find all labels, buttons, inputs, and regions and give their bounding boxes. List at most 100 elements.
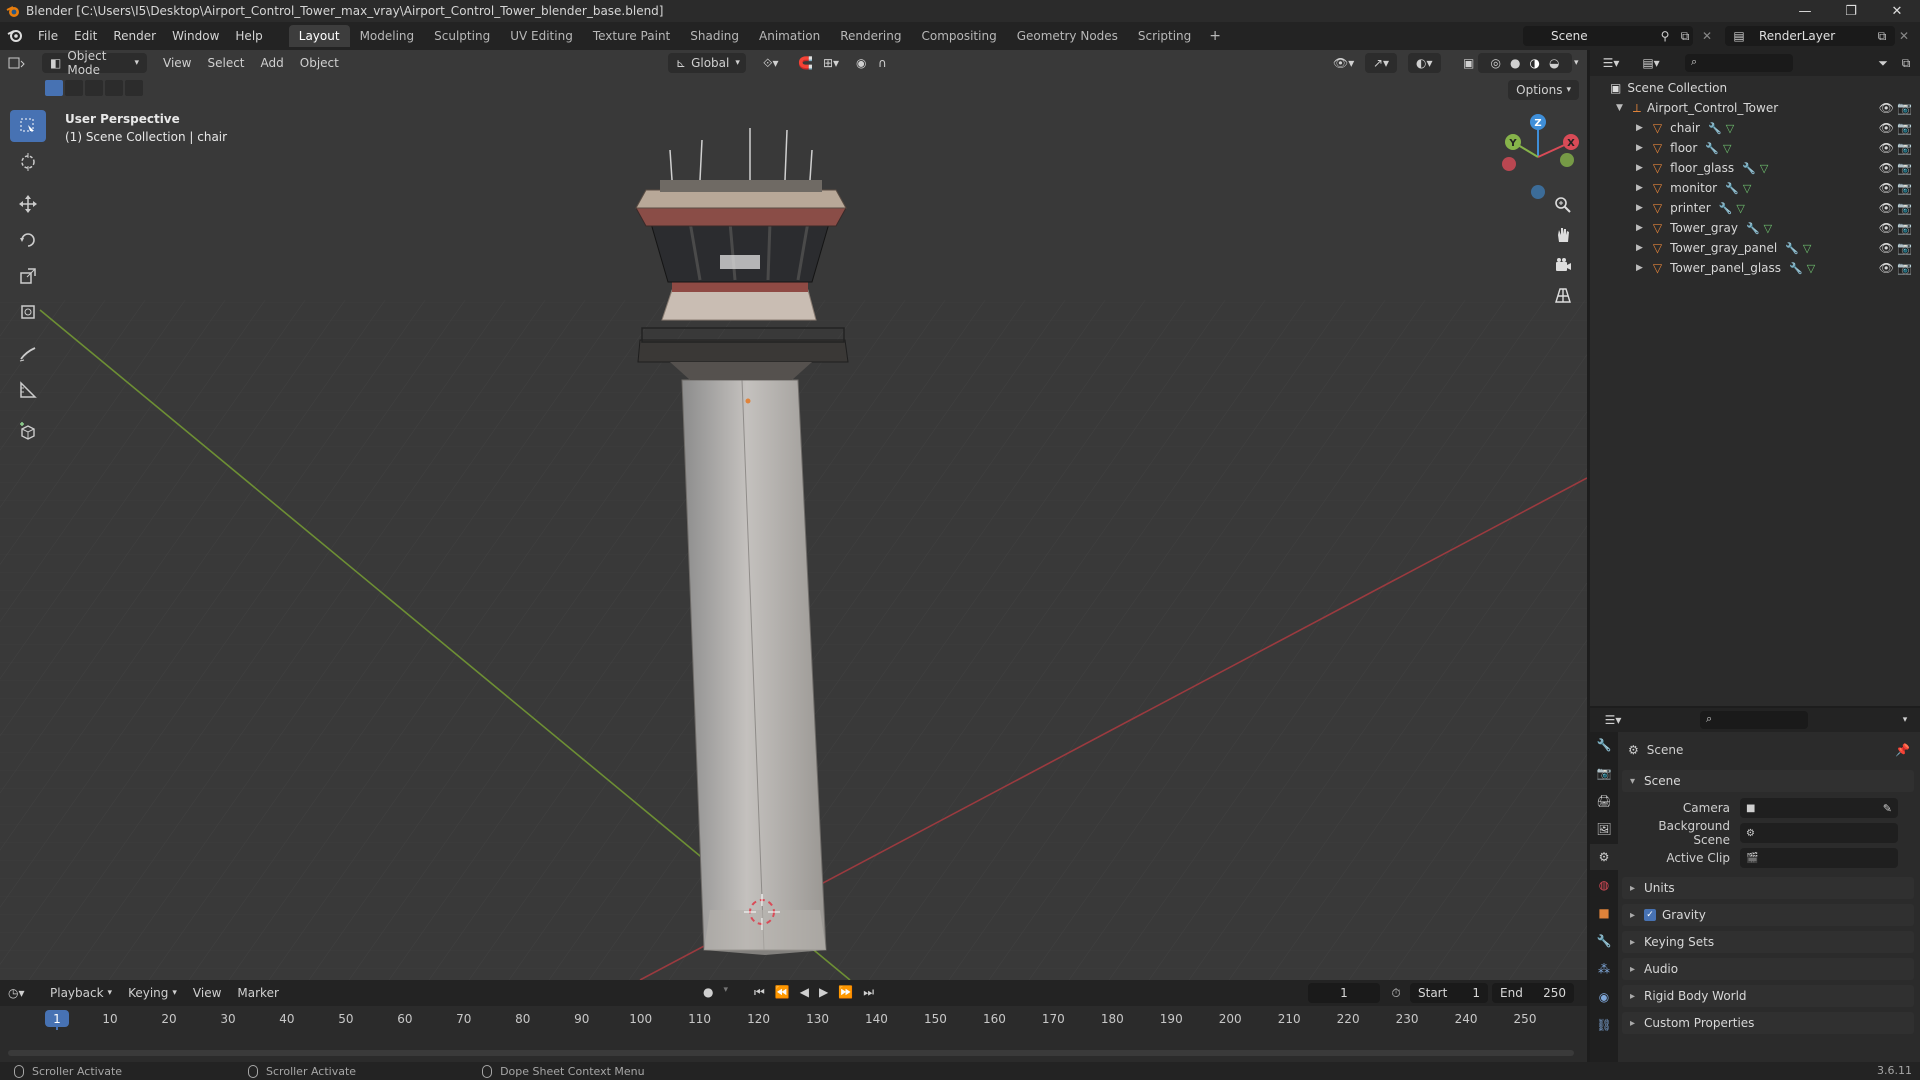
falloff-icon[interactable]: ∩	[870, 53, 895, 73]
outliner-object-row[interactable]: ▶ ▽ Tower_gray_panel 🔧 ▽ 👁 📷	[1590, 238, 1920, 258]
properties-search-input[interactable]: ⌕	[1700, 711, 1808, 729]
pan-hand-icon[interactable]	[1548, 220, 1578, 250]
play-icon[interactable]: ▶	[819, 985, 828, 1000]
eye-icon[interactable]: 👁	[1879, 261, 1894, 275]
mesh-data-icon[interactable]: ▽	[1803, 242, 1811, 255]
render-camera-icon[interactable]: 📷	[1897, 101, 1912, 115]
move-tool-icon[interactable]	[10, 188, 46, 220]
add-workspace-button[interactable]: +	[1201, 28, 1229, 44]
expand-arrow-icon[interactable]: ▶	[1636, 223, 1643, 233]
view-layer-selector[interactable]: RenderLayer	[1725, 26, 1895, 46]
rotate-tool-icon[interactable]	[10, 224, 46, 256]
annotate-tool-icon[interactable]	[10, 338, 46, 370]
3d-viewport[interactable]: ◧ Object Mode ▾ View Select Add Object ⊾…	[0, 50, 1587, 980]
background-scene-field[interactable]: ⚙	[1740, 823, 1898, 843]
modifier-icon[interactable]: 🔧	[1708, 122, 1722, 135]
pin-icon[interactable]: 📌	[1895, 743, 1910, 757]
eye-icon[interactable]: 👁	[1879, 101, 1894, 115]
mesh-data-icon[interactable]: ▽	[1736, 202, 1744, 215]
outliner-object-row[interactable]: ▶ ▽ floor 🔧 ▽ 👁 📷	[1590, 138, 1920, 158]
overlays-toggle-icon[interactable]: ◐▾	[1408, 53, 1441, 73]
outliner-object-row[interactable]: ▶ ▽ Tower_gray 🔧 ▽ 👁 📷	[1590, 218, 1920, 238]
maximize-button[interactable]: ❐	[1828, 0, 1874, 22]
timeline-menu-view[interactable]: View	[185, 983, 229, 1003]
outliner-object-row[interactable]: ▶ ▽ monitor 🔧 ▽ 👁 📷	[1590, 178, 1920, 198]
select-box-tool-icon[interactable]	[10, 110, 46, 142]
timeline-menu-playback[interactable]: Playback ▾	[42, 983, 120, 1003]
tab-layout[interactable]: Layout	[288, 25, 350, 47]
eye-icon[interactable]: 👁	[1879, 181, 1894, 195]
delete-view-layer-icon[interactable]: ✕	[1894, 26, 1914, 46]
pin-scene-icon[interactable]: ⚲	[1655, 26, 1675, 46]
start-frame-field[interactable]: Start 1	[1410, 983, 1488, 1003]
menu-help[interactable]: Help	[227, 29, 270, 43]
outliner-object-row[interactable]: ▶ ▽ chair 🔧 ▽ 👁 📷	[1590, 118, 1920, 138]
tab-texture-paint[interactable]: Texture Paint	[583, 25, 680, 47]
render-camera-icon[interactable]: 📷	[1897, 201, 1912, 215]
expand-arrow-icon[interactable]: ▶	[1636, 203, 1643, 213]
eye-icon[interactable]: 👁	[1879, 141, 1894, 155]
modifier-icon[interactable]: 🔧	[1746, 222, 1760, 235]
snap-target-icon[interactable]: ⊞▾	[815, 53, 847, 73]
cursor-tool-icon[interactable]	[10, 146, 46, 178]
physics-tab-icon[interactable]: ◉	[1590, 984, 1618, 1010]
rendered-shading-icon[interactable]: ◒	[1549, 56, 1559, 70]
select-invert-icon[interactable]	[105, 80, 123, 96]
timeline-editor-type-icon[interactable]: ◷▾	[0, 983, 42, 1003]
modifier-icon[interactable]: 🔧	[1705, 142, 1719, 155]
expand-arrow-icon[interactable]: ▼	[1616, 103, 1623, 113]
display-mode-icon[interactable]: ▤▾	[1636, 53, 1666, 73]
tab-shading[interactable]: Shading	[680, 25, 749, 47]
outliner-collection-row[interactable]: ▼ ⟂ Airport_Control_Tower 👁 📷	[1590, 98, 1920, 118]
output-tab-icon[interactable]: 🖨	[1590, 788, 1618, 814]
tab-modeling[interactable]: Modeling	[350, 25, 425, 47]
render-tab-icon[interactable]: 📷	[1590, 760, 1618, 786]
render-camera-icon[interactable]: 📷	[1897, 261, 1912, 275]
minimize-button[interactable]: —	[1782, 0, 1828, 22]
pivot-point-icon[interactable]: ⟐▾	[755, 53, 786, 73]
outliner-scene-collection[interactable]: ▣ Scene Collection	[1590, 78, 1920, 98]
camera-field[interactable]: ■ ✎	[1740, 798, 1898, 818]
transform-tool-icon[interactable]	[10, 296, 46, 328]
mesh-data-icon[interactable]: ▽	[1726, 122, 1734, 135]
menu-render[interactable]: Render	[105, 29, 164, 43]
select-extend-icon[interactable]	[65, 80, 83, 96]
tab-compositing[interactable]: Compositing	[911, 25, 1006, 47]
tab-sculpting[interactable]: Sculpting	[424, 25, 500, 47]
object-mode-dropdown[interactable]: ◧ Object Mode ▾	[42, 50, 147, 77]
expand-arrow-icon[interactable]: ▶	[1636, 123, 1643, 133]
solid-shading-icon[interactable]: ●	[1510, 56, 1520, 70]
select-intersect-icon[interactable]	[125, 80, 143, 96]
timeline-editor[interactable]: ◷▾ Playback ▾ Keying ▾ View Marker ● ▾ ⏮ ⏪…	[0, 980, 1587, 1062]
camera-view-icon[interactable]	[1548, 250, 1578, 280]
outliner-search-input[interactable]: ⌕	[1685, 54, 1793, 72]
expand-arrow-icon[interactable]: ▶	[1636, 163, 1643, 173]
eye-icon[interactable]: 👁	[1879, 201, 1894, 215]
eye-icon[interactable]: 👁	[1879, 241, 1894, 255]
expand-arrow-icon[interactable]: ▶	[1636, 183, 1643, 193]
shading-options-chevron-icon[interactable]: ▾	[1566, 53, 1587, 73]
gravity-checkbox[interactable]: ✓	[1644, 909, 1656, 921]
expand-arrow-icon[interactable]: ▶	[1636, 143, 1643, 153]
render-camera-icon[interactable]: 📷	[1897, 161, 1912, 175]
tab-rendering[interactable]: Rendering	[830, 25, 911, 47]
select-subtract-icon[interactable]	[85, 80, 103, 96]
outliner-editor-type-icon[interactable]: ☰▾	[1596, 53, 1626, 73]
gravity-panel-header[interactable]: ▸ ✓ Gravity	[1622, 904, 1914, 926]
scene-panel-header[interactable]: ▾ Scene	[1622, 770, 1914, 792]
editor-type-icon[interactable]	[0, 53, 42, 73]
eye-icon[interactable]: 👁	[1879, 161, 1894, 175]
new-view-layer-icon[interactable]: ⧉	[1872, 26, 1892, 46]
view-layer-tab-icon[interactable]: 🖼	[1590, 816, 1618, 842]
options-dropdown[interactable]: Options ▾	[1508, 80, 1579, 100]
render-camera-icon[interactable]: 📷	[1897, 141, 1912, 155]
constraints-tab-icon[interactable]: ⛓	[1590, 1012, 1618, 1038]
audio-panel-header[interactable]: ▸ Audio	[1622, 958, 1914, 980]
mesh-data-icon[interactable]: ▽	[1760, 162, 1768, 175]
delete-scene-icon[interactable]: ✕	[1697, 26, 1717, 46]
viewport-menu-add[interactable]: Add	[253, 53, 292, 73]
mesh-data-icon[interactable]: ▽	[1807, 262, 1815, 275]
tab-scripting[interactable]: Scripting	[1128, 25, 1201, 47]
add-cube-tool-icon[interactable]	[10, 416, 46, 448]
tool-tab-icon[interactable]: 🔧	[1590, 732, 1618, 758]
